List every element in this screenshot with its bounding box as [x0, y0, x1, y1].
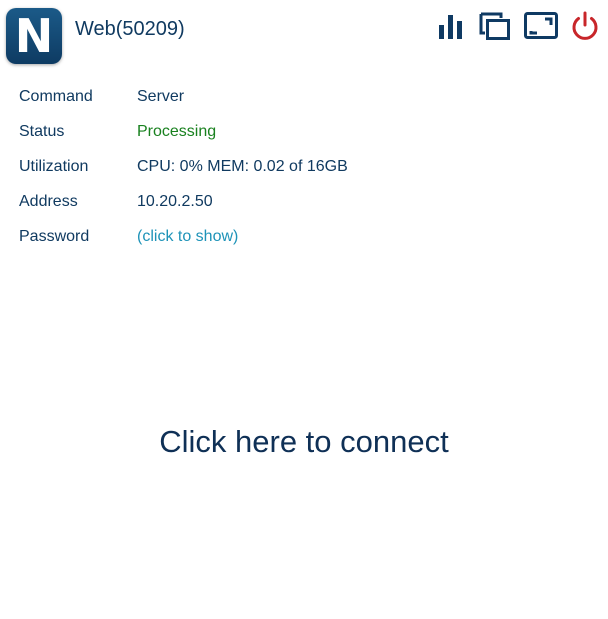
utilization-row: Utilization CPU: 0% MEM: 0.02 of 16GB — [19, 155, 579, 179]
fullscreen-icon[interactable] — [524, 11, 558, 41]
command-label: Command — [19, 88, 93, 105]
app-logo-letter: N — [14, 9, 54, 63]
clone-icon[interactable] — [479, 11, 511, 41]
connect-button[interactable]: Click here to connect — [0, 420, 608, 464]
app-logo: N — [6, 8, 62, 64]
status-value: Processing — [137, 123, 217, 140]
utilization-value: CPU: 0% MEM: 0.02 of 16GB — [137, 158, 348, 175]
address-value: 10.20.2.50 — [137, 193, 213, 210]
password-show-link[interactable]: (click to show) — [137, 225, 238, 249]
status-row: Status Processing — [19, 120, 579, 144]
window-title: Web(50209) — [75, 18, 185, 40]
command-value: Server — [137, 88, 185, 105]
password-row: Password (click to show) — [19, 225, 579, 249]
stats-icon[interactable] — [436, 11, 468, 41]
header-bar: N Web(50209) — [0, 0, 608, 72]
command-row: Command Server — [19, 85, 579, 109]
password-label: Password — [19, 228, 90, 245]
address-label: Address — [19, 193, 78, 210]
power-icon[interactable] — [569, 11, 601, 41]
address-row: Address 10.20.2.50 — [19, 190, 579, 214]
utilization-label: Utilization — [19, 158, 89, 175]
status-label: Status — [19, 123, 65, 140]
